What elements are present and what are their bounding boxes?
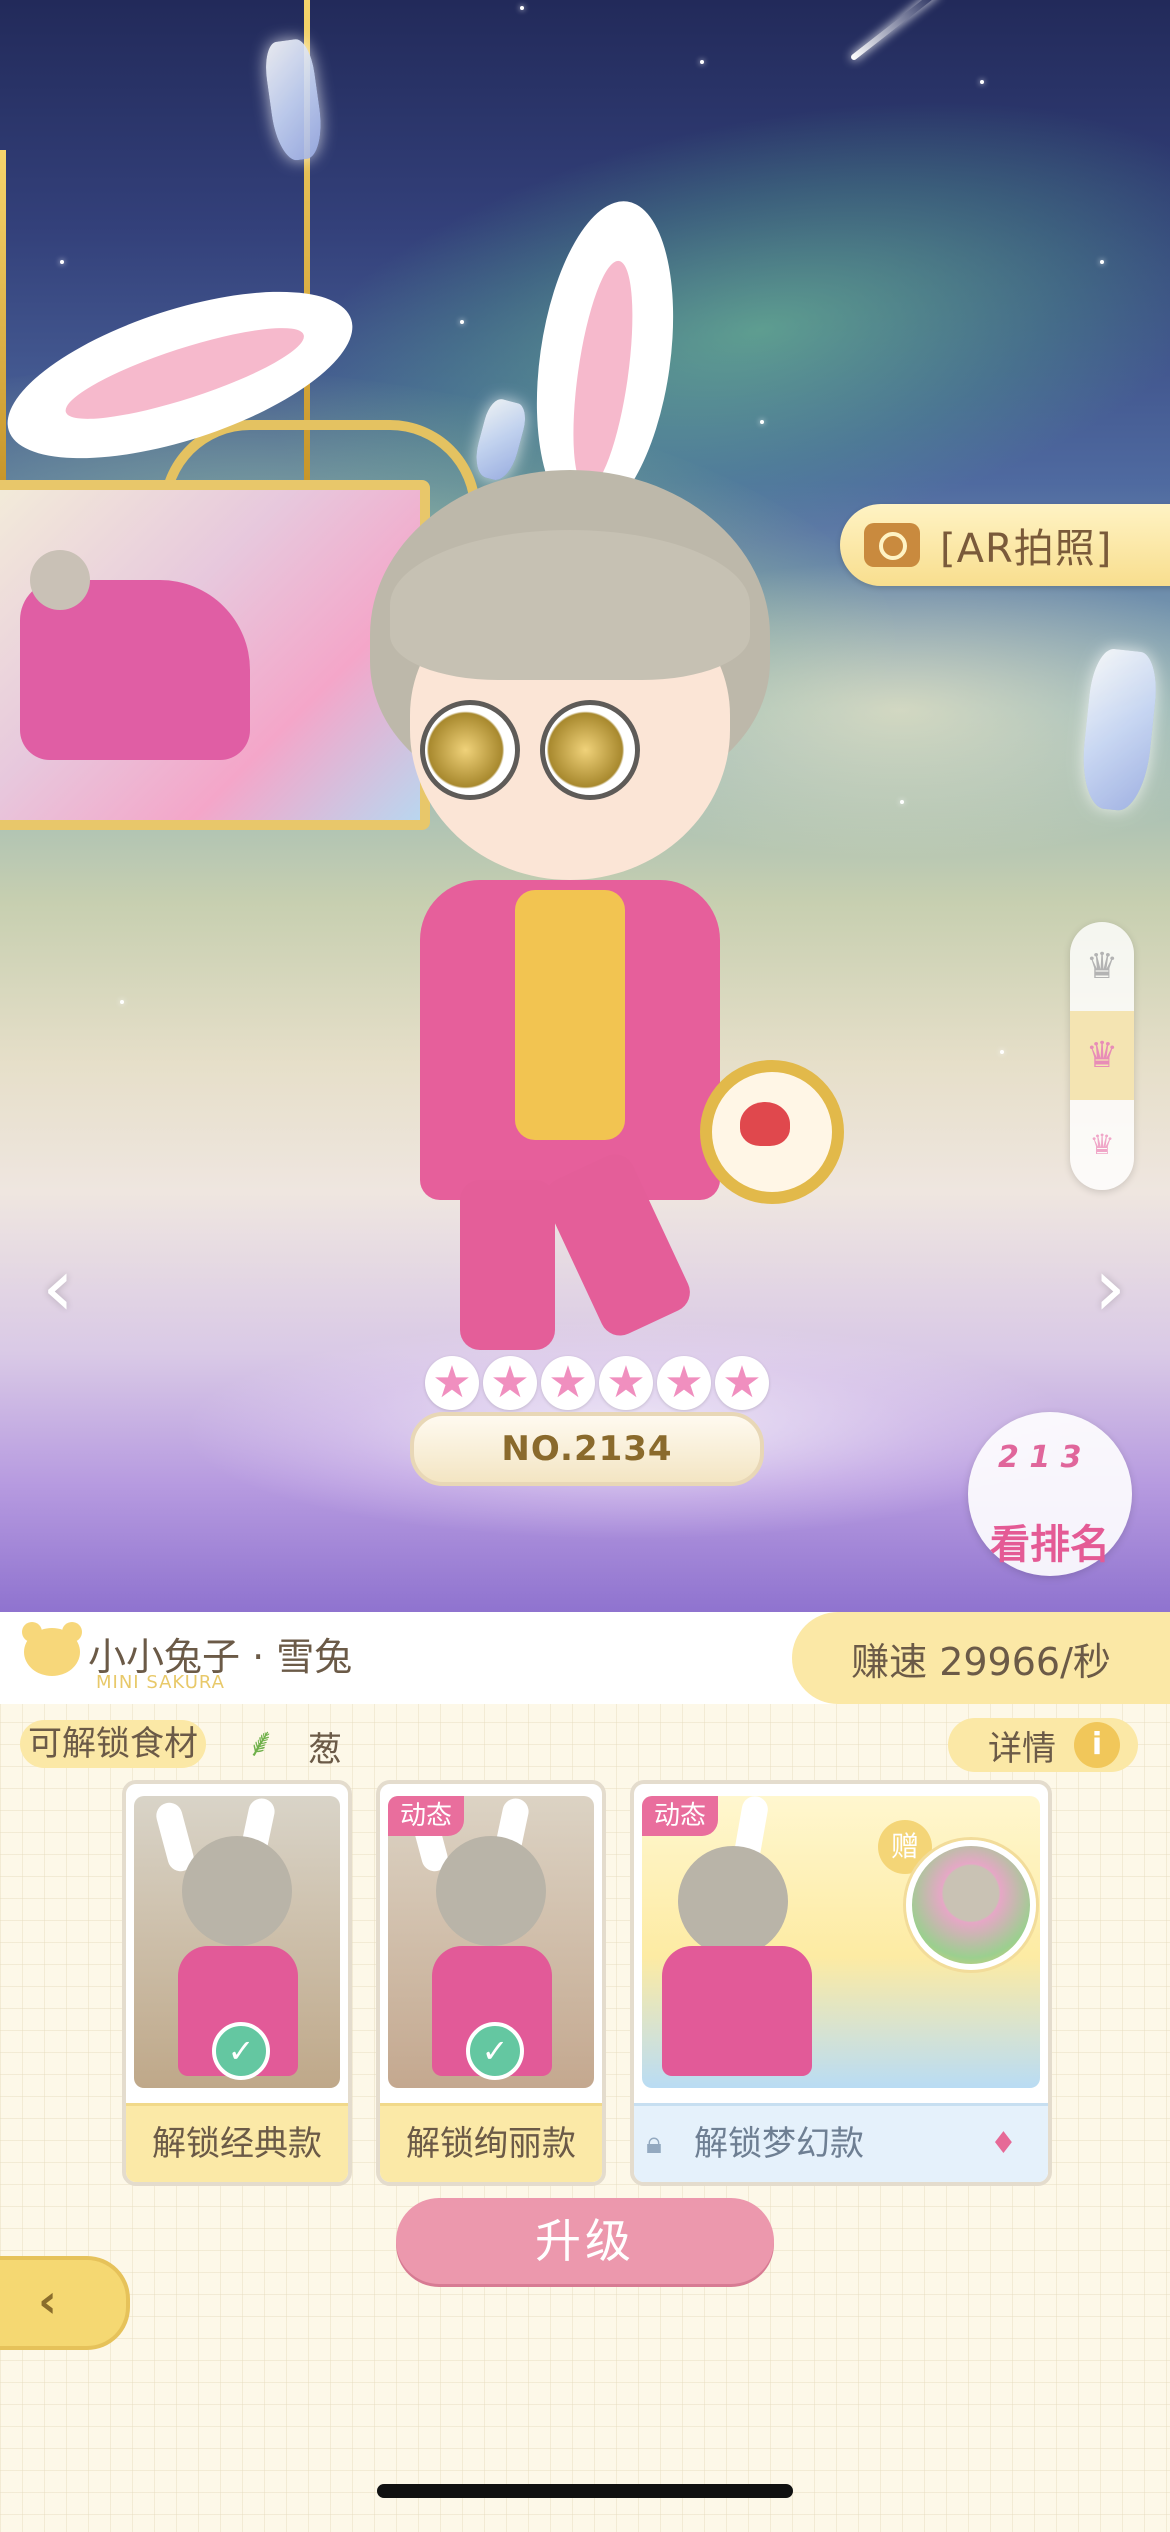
star-icon: ★ xyxy=(541,1356,595,1410)
star-rating: ★ ★ ★ ★ ★ ★ xyxy=(425,1356,769,1410)
info-icon: i xyxy=(1074,1722,1120,1768)
animated-tag: 动态 xyxy=(388,1796,465,1836)
character-vest xyxy=(515,890,625,1140)
earn-speed: 赚速 29966/秒 xyxy=(792,1612,1170,1704)
character-subtitle: MINI SAKURA xyxy=(96,1672,225,1693)
star xyxy=(1000,1050,1004,1054)
star-icon: ★ xyxy=(425,1356,479,1410)
shooting-star xyxy=(849,0,941,62)
outfit-preview: 动态 赠 xyxy=(642,1796,1040,2088)
leek-icon: ⸙ xyxy=(246,1720,276,1766)
unlock-dreamy-footer: 🔒︎ 解锁梦幻款 ♦ xyxy=(634,2103,1048,2182)
name-bar: 小小兔子 · 雪兔 MINI SAKURA 赚速 29966/秒 xyxy=(0,1612,1170,1704)
star-icon: ★ xyxy=(657,1356,711,1410)
detail-button[interactable]: 详情 i xyxy=(948,1718,1138,1772)
star-glyph: ★ xyxy=(722,1357,762,1408)
character-scene: [AR拍照] ♛ ♛ ♛ ‹ › ★ ★ ★ ★ ★ ★ NO.2134 2 1 3 看排… xyxy=(0,0,1170,1612)
camera-icon xyxy=(864,523,920,567)
outfit-preview: ✓ 动态 xyxy=(388,1796,594,2088)
outfit-card-dreamy[interactable]: 动态 赠 🔒︎ 解锁梦幻款 ♦ xyxy=(630,1780,1052,2186)
rank-label: 看排名 xyxy=(990,1522,1110,1568)
star xyxy=(700,60,704,64)
crown-pink-icon[interactable]: ♛ xyxy=(1070,1011,1134,1100)
star-glyph: ★ xyxy=(606,1357,646,1408)
ingredient-name: 葱 xyxy=(308,1730,342,1770)
back-arrow-icon: ‹ xyxy=(38,2274,57,2328)
ar-photo-label: [AR拍照] xyxy=(940,526,1113,572)
crystal xyxy=(261,37,327,163)
star xyxy=(520,6,524,10)
check-icon: ✓ xyxy=(212,2022,270,2080)
lock-icon: 🔒︎ xyxy=(646,2126,662,2161)
outfit-card-gorgeous[interactable]: ✓ 动态 解锁绚丽款 xyxy=(376,1780,606,2186)
chevron-right-icon[interactable]: › xyxy=(1080,1248,1140,1328)
outfit-card-classic[interactable]: ✓ 解锁经典款 xyxy=(122,1780,352,2186)
unlock-gorgeous-label: 解锁绚丽款 xyxy=(380,2103,602,2182)
star xyxy=(1100,260,1104,264)
unlock-dreamy-label: 解锁梦幻款 xyxy=(694,2124,864,2164)
back-button[interactable]: ‹ xyxy=(0,2256,130,2350)
star xyxy=(900,800,904,804)
star xyxy=(120,1000,124,1004)
pocket-watch xyxy=(700,1060,844,1204)
outfit-preview: ✓ xyxy=(134,1796,340,2088)
unlockable-ingredient-label: 可解锁食材 xyxy=(20,1720,206,1768)
character-fringe xyxy=(390,530,750,680)
info-panel: 小小兔子 · 雪兔 MINI SAKURA 赚速 29966/秒 可解锁食材 ⸙… xyxy=(0,1612,1170,2532)
crown-selector[interactable]: ♛ ♛ ♛ xyxy=(1070,922,1134,1190)
bear-icon xyxy=(22,1622,82,1676)
star xyxy=(980,80,984,84)
glasses-right xyxy=(540,700,640,800)
podium-icon: 2 1 3 xyxy=(998,1440,1082,1475)
star-glyph: ★ xyxy=(664,1357,704,1408)
star-icon: ★ xyxy=(599,1356,653,1410)
star-glyph: ★ xyxy=(432,1357,472,1408)
detail-label: 详情 xyxy=(988,1728,1056,1769)
upgrade-button[interactable]: 升级 xyxy=(396,2198,774,2284)
star-icon: ★ xyxy=(715,1356,769,1410)
star-glyph: ★ xyxy=(548,1357,588,1408)
home-indicator[interactable] xyxy=(377,2484,793,2498)
star xyxy=(60,260,64,264)
crown-gray-icon[interactable]: ♛ xyxy=(1070,922,1134,1011)
unlock-classic-label: 解锁经典款 xyxy=(126,2103,348,2182)
crown-small-icon[interactable]: ♛ xyxy=(1070,1100,1134,1189)
star-glyph: ★ xyxy=(490,1357,530,1408)
ar-photo-button[interactable]: [AR拍照] xyxy=(840,504,1170,586)
check-icon: ✓ xyxy=(466,2022,524,2080)
animated-tag: 动态 xyxy=(642,1796,719,1836)
gem-icon: ♦ xyxy=(990,2126,1017,2161)
swing-chain xyxy=(0,150,6,480)
character-model[interactable] xyxy=(0,192,860,1360)
chevron-left-icon[interactable]: ‹ xyxy=(28,1248,88,1328)
glasses-left xyxy=(420,700,520,800)
star-icon: ★ xyxy=(483,1356,537,1410)
number-badge: NO.2134 xyxy=(410,1412,764,1486)
rank-button[interactable]: 2 1 3 看排名 xyxy=(968,1412,1132,1576)
character-legs xyxy=(440,1147,697,1350)
bonus-avatar xyxy=(906,1840,1036,1970)
